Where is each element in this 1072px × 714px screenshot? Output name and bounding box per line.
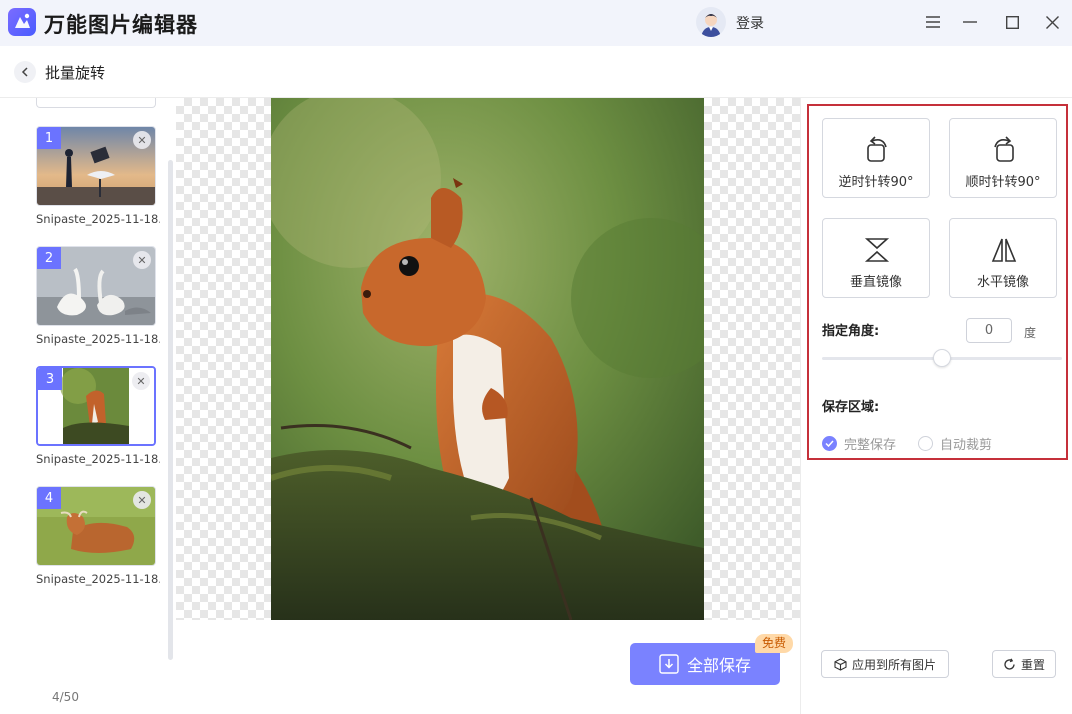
reset-button[interactable]: 重置 [992, 650, 1056, 678]
rotate-cw-button[interactable]: 顺时针转90° [949, 118, 1057, 198]
close-icon[interactable]: ✕ [133, 131, 151, 149]
chevron-left-icon [21, 67, 28, 77]
radio-empty-icon [918, 436, 933, 451]
page-title: 批量旋转 [45, 64, 106, 82]
login-link[interactable]: 登录 [736, 13, 764, 33]
thumbnail-3[interactable]: 3 ✕ [36, 366, 156, 446]
user-avatar-icon[interactable] [696, 7, 726, 37]
sub-header: 批量旋转 [0, 46, 1072, 98]
rotate-left-icon [867, 136, 887, 162]
checkmark-icon [822, 436, 837, 451]
download-icon [659, 654, 679, 674]
thumbnail-scrollbar[interactable] [168, 160, 173, 660]
free-badge: 免费 [755, 634, 794, 653]
rotate-cw-label: 顺时针转90° [965, 175, 1041, 190]
save-area-label: 保存区域: [822, 400, 880, 415]
rotate-ccw-button[interactable]: 逆时针转90° [822, 118, 930, 198]
thumbnail-name: Snipaste_2025-11-18... [36, 212, 160, 226]
flip-horizontal-icon [991, 238, 1017, 262]
save-full-label: 完整保存 [844, 438, 897, 453]
app-title: 万能图片编辑器 [44, 13, 198, 37]
minimize-icon[interactable] [958, 10, 982, 34]
apply-all-button[interactable]: 应用到所有图片 [821, 650, 949, 678]
close-icon[interactable]: ✕ [132, 372, 150, 390]
thumbnail-index: 2 [37, 247, 61, 269]
flip-horizontal-label: 水平镜像 [976, 275, 1029, 290]
thumbnail-name: Snipaste_2025-11-18... [36, 332, 160, 346]
maximize-icon[interactable] [1000, 10, 1024, 34]
save-all-label: 全部保存 [686, 656, 751, 675]
thumbnail-index: 1 [37, 127, 61, 149]
rotate-tools-panel: 逆时针转90° 顺时针转90° 垂直镜像 水平镜像 指定角度: 0 度 保存区域… [800, 98, 1072, 714]
reset-label: 重置 [1020, 657, 1045, 672]
thumbnail-placeholder [36, 98, 156, 108]
flip-vertical-icon [864, 238, 890, 262]
auto-crop-radio[interactable]: 自动裁剪 [918, 434, 992, 453]
angle-input[interactable]: 0 [966, 318, 1012, 343]
back-button[interactable] [14, 61, 36, 83]
angle-label: 指定角度: [822, 324, 880, 339]
thumbnail-index: 4 [37, 487, 61, 509]
angle-unit: 度 [1024, 326, 1037, 340]
page-count: 4/50 [52, 690, 79, 704]
close-icon[interactable]: ✕ [133, 251, 151, 269]
thumbnail-panel: 1 ✕ Snipaste_2025-11-18... 2 ✕ Snipaste_… [0, 98, 176, 714]
thumbnail-1[interactable]: 1 ✕ [36, 126, 156, 206]
refresh-icon [1004, 657, 1015, 670]
app-logo-icon [8, 8, 36, 36]
rotate-right-icon [994, 136, 1014, 162]
apply-all-label: 应用到所有图片 [851, 657, 936, 672]
thumbnail-4[interactable]: 4 ✕ [36, 486, 156, 566]
rotate-ccw-label: 逆时针转90° [838, 175, 914, 190]
close-icon[interactable] [1040, 10, 1064, 34]
flip-vertical-label: 垂直镜像 [849, 275, 902, 290]
tools-highlight-box: 逆时针转90° 顺时针转90° 垂直镜像 水平镜像 指定角度: 0 度 保存区域… [807, 104, 1068, 460]
auto-crop-label: 自动裁剪 [940, 438, 993, 453]
thumbnail-2[interactable]: 2 ✕ [36, 246, 156, 326]
main-image [271, 98, 704, 620]
editor-canvas[interactable] [176, 98, 800, 620]
angle-slider-thumb[interactable] [933, 349, 951, 367]
thumbnail-name: Snipaste_2025-11-18... [36, 572, 160, 586]
thumbnail-index: 3 [38, 368, 62, 390]
cube-icon [834, 657, 847, 671]
title-bar: 万能图片编辑器 登录 [0, 0, 1072, 46]
close-icon[interactable]: ✕ [133, 491, 151, 509]
flip-horizontal-button[interactable]: 水平镜像 [949, 218, 1057, 298]
menu-icon[interactable] [921, 10, 945, 34]
thumbnail-name: Snipaste_2025-11-18... [36, 452, 160, 466]
flip-vertical-button[interactable]: 垂直镜像 [822, 218, 930, 298]
save-full-radio[interactable]: 完整保存 [822, 434, 896, 453]
